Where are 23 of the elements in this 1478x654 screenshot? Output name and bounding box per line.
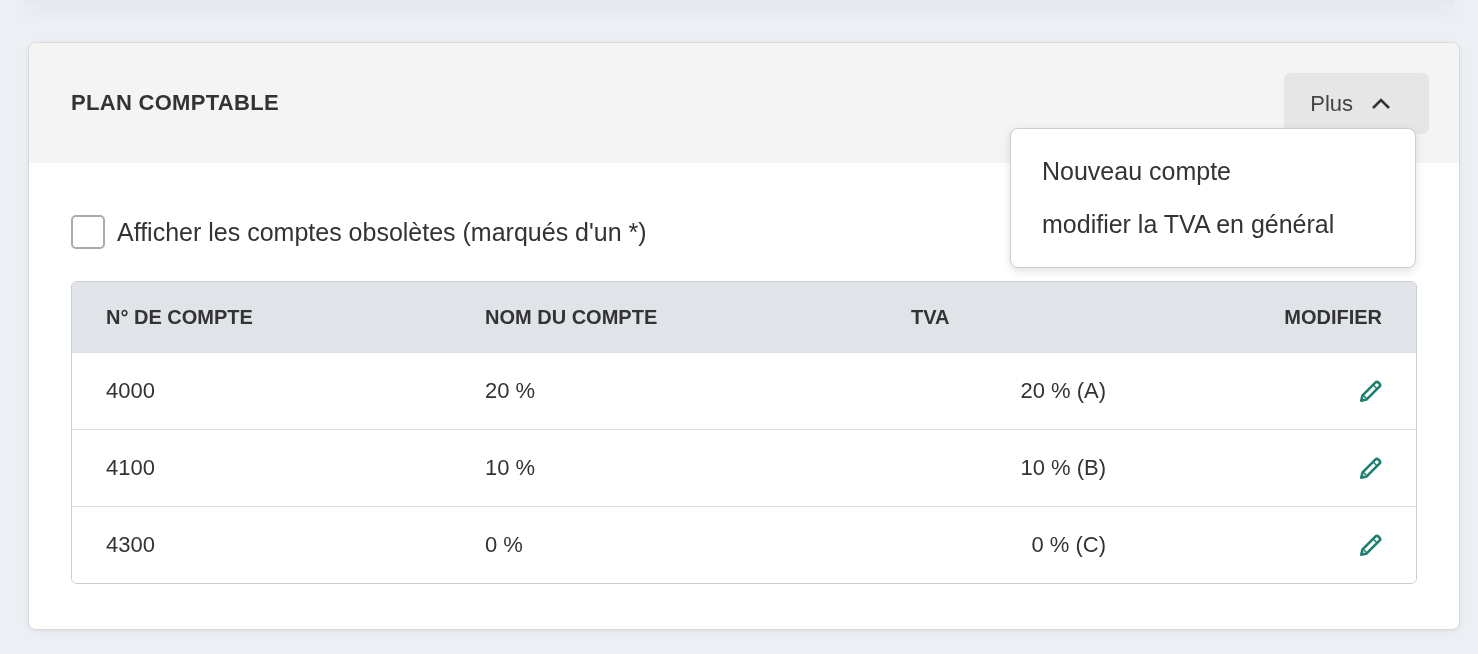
table-cell-text: 10 % [485,455,537,481]
checkbox[interactable] [71,215,105,249]
table-cell-text: 4300 [106,532,156,558]
edit-icon[interactable] [1358,532,1384,558]
table-cell-text: 0 % [485,532,524,558]
edit-icon[interactable] [1358,455,1384,481]
menu-item[interactable]: Nouveau compte [1011,145,1415,198]
checkbox-label: Afficher les comptes obsolètes (marqués d'un *) [117,217,647,247]
menu-item[interactable]: modifier la TVA en général [1011,198,1415,251]
table-cell-text: 4100 [106,455,156,481]
table-cell-text: 0 % (C) [1030,532,1106,558]
table-cell-text: 20 % [485,378,537,404]
table-cell-text: 10 % (B) [1019,455,1106,481]
chevron-icon [1371,97,1391,110]
edit-icon[interactable] [1358,378,1384,404]
column-header: TVA [911,305,951,329]
table-cell-text: 4000 [106,378,156,404]
table-cell-text: 20 % (A) [1019,378,1106,404]
column-header: NOM DU COMPTE [485,305,659,329]
panel-title: PLAN COMPTABLE [71,90,279,116]
column-header: N° DE COMPTE [106,305,254,329]
more-button[interactable]: Plus [1284,73,1429,134]
column-header: MODIFIER [1283,305,1382,329]
